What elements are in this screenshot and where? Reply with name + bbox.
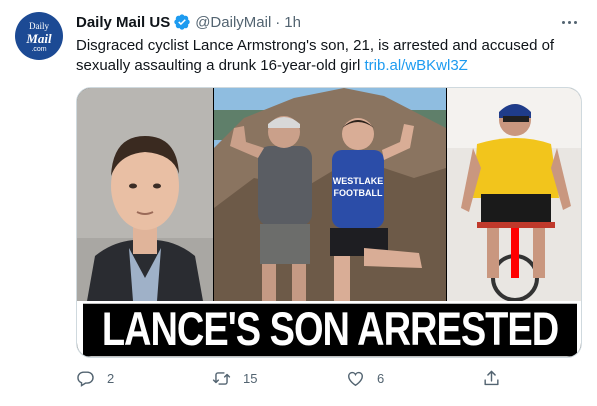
headline-text: LANCE'S SON ARRESTED xyxy=(83,303,577,357)
avatar-text-mail: Mail xyxy=(26,30,52,46)
tweet-text: Disgraced cyclist Lance Armstrong's son,… xyxy=(76,36,581,76)
action-bar: 2 15 6 xyxy=(76,369,506,393)
headline-banner: LANCE'S SON ARRESTED xyxy=(77,301,581,357)
retweet-button[interactable]: 15 xyxy=(212,369,257,388)
avatar-text-daily: Daily xyxy=(29,20,49,31)
retweet-icon xyxy=(212,372,231,385)
reply-icon xyxy=(77,371,94,387)
share-button[interactable] xyxy=(482,369,501,388)
retweet-count: 15 xyxy=(243,371,258,386)
like-button[interactable]: 6 xyxy=(346,369,384,388)
more-options-icon[interactable] xyxy=(559,14,579,30)
tweet[interactable]: Daily Mail .com Daily Mail US @DailyMail… xyxy=(0,0,597,406)
reply-button[interactable]: 2 xyxy=(76,369,114,388)
tweet-link[interactable]: trib.al/wBKwl3Z xyxy=(364,57,467,74)
mountain-photo: WESTLAKE FOOTBALL xyxy=(214,88,446,301)
jersey-text-line1: WESTLAKE xyxy=(333,176,384,186)
heart-icon xyxy=(348,371,363,387)
display-name[interactable]: Daily Mail US xyxy=(76,14,170,31)
separator-dot: · xyxy=(275,13,281,31)
jersey-text-line2: FOOTBALL xyxy=(334,188,383,198)
like-count: 6 xyxy=(377,371,385,386)
avatar[interactable]: Daily Mail .com xyxy=(15,12,63,60)
avatar-text-com: .com xyxy=(31,45,47,53)
mugshot-photo xyxy=(77,88,213,301)
verified-badge-icon xyxy=(174,14,190,30)
handle[interactable]: @DailyMail xyxy=(195,14,271,31)
cyclist-photo xyxy=(447,88,581,301)
share-icon xyxy=(484,370,499,386)
tweet-media[interactable]: WESTLAKE FOOTBALL LANCE'S SON ARRESTED xyxy=(76,87,582,358)
timestamp[interactable]: 1h xyxy=(284,14,301,31)
tweet-body: Disgraced cyclist Lance Armstrong's son,… xyxy=(76,37,555,74)
reply-count: 2 xyxy=(107,371,115,386)
tweet-header: Daily Mail US @DailyMail · 1h xyxy=(76,12,301,32)
